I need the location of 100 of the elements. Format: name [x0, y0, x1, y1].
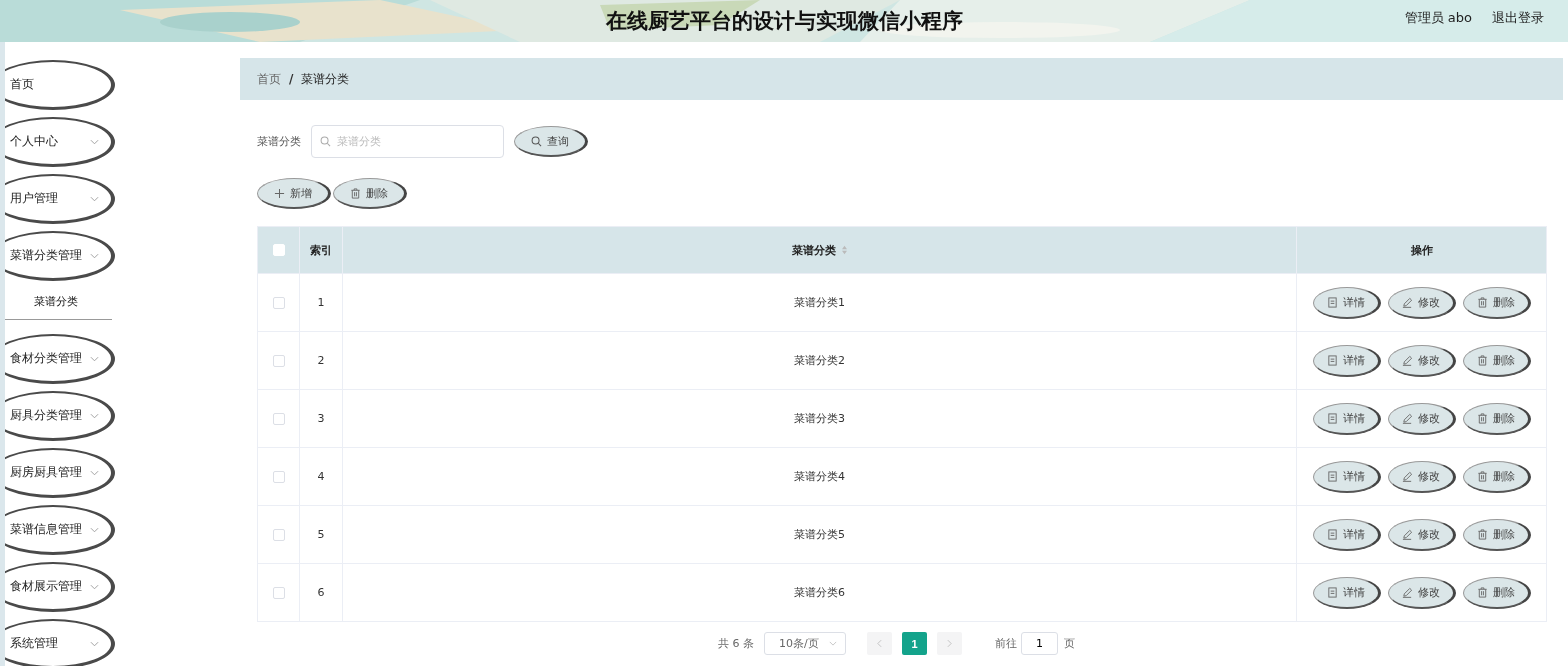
trash-icon — [350, 187, 361, 199]
sidebar-item[interactable]: 菜谱信息管理 — [5, 505, 115, 555]
chevron-down-icon — [829, 641, 837, 646]
sidebar-subitem[interactable]: 菜谱分类 — [5, 288, 112, 320]
chevron-down-icon — [90, 526, 99, 533]
logout-link[interactable]: 退出登录 — [1492, 9, 1544, 27]
page-unit: 页 — [1064, 636, 1075, 651]
row-checkbox[interactable] — [272, 354, 285, 367]
edit-button[interactable]: 修改 — [1387, 460, 1456, 493]
table-cell: 3 — [317, 412, 325, 425]
edit-button[interactable]: 修改 — [1387, 518, 1456, 551]
table-cell: 菜谱分类5 — [794, 527, 845, 542]
table-cell: 4 — [317, 470, 325, 483]
delete-button[interactable]: 删除 — [1462, 344, 1531, 377]
trash-icon — [1476, 586, 1488, 598]
sidebar-item[interactable]: 食材分类管理 — [5, 334, 115, 384]
document-icon — [1326, 412, 1338, 424]
document-icon — [1326, 470, 1338, 482]
detail-button[interactable]: 详情 — [1312, 576, 1381, 609]
row-checkbox[interactable] — [272, 586, 285, 599]
search-label: 菜谱分类 — [257, 134, 301, 149]
row-checkbox[interactable] — [272, 470, 285, 483]
plus-icon — [274, 187, 285, 199]
sidebar-item[interactable]: 个人中心 — [5, 117, 115, 167]
row-checkbox[interactable] — [272, 412, 285, 425]
app-title: 在线厨艺平台的设计与实现微信小程序 — [605, 8, 963, 35]
search-icon — [320, 136, 331, 147]
pencil-icon — [1401, 296, 1413, 308]
pencil-icon — [1401, 412, 1413, 424]
document-icon — [1326, 354, 1338, 366]
search-button[interactable]: 查询 — [514, 126, 588, 157]
document-icon — [1326, 296, 1338, 308]
trash-icon — [1476, 528, 1488, 540]
chevron-right-icon — [947, 639, 952, 648]
pencil-icon — [1401, 528, 1413, 540]
table-cell: 菜谱分类3 — [794, 411, 845, 426]
trash-icon — [1476, 296, 1488, 308]
delete-button[interactable]: 删除 — [1462, 286, 1531, 319]
sidebar-item[interactable]: 菜谱分类管理 — [5, 231, 115, 281]
detail-button[interactable]: 详情 — [1312, 286, 1381, 319]
search-icon — [531, 135, 542, 147]
pencil-icon — [1401, 470, 1413, 482]
detail-button[interactable]: 详情 — [1312, 344, 1381, 377]
breadcrumb-separator: / — [289, 72, 294, 86]
pencil-icon — [1401, 586, 1413, 598]
sidebar-item[interactable]: 食材展示管理 — [5, 562, 115, 612]
total-count: 共 6 条 — [718, 636, 754, 651]
select-all-checkbox[interactable] — [272, 244, 285, 256]
row-checkbox[interactable] — [272, 296, 285, 309]
delete-button[interactable]: 删除 — [1462, 576, 1531, 609]
delete-button[interactable]: 删除 — [333, 178, 407, 209]
chevron-down-icon — [90, 640, 99, 647]
table-cell: 菜谱分类4 — [794, 469, 845, 484]
search-field[interactable]: 菜谱分类 — [311, 125, 504, 158]
table-cell: 菜谱分类2 — [794, 353, 845, 368]
trash-icon — [1476, 470, 1488, 482]
sort-icon[interactable] — [840, 245, 848, 255]
delete-button[interactable]: 删除 — [1462, 518, 1531, 551]
trash-icon — [1476, 412, 1488, 424]
table-cell: 1 — [317, 296, 325, 309]
edit-button[interactable]: 修改 — [1387, 286, 1456, 319]
detail-button[interactable]: 详情 — [1312, 518, 1381, 551]
chevron-down-icon — [90, 138, 99, 145]
next-page-button[interactable] — [937, 632, 962, 655]
sidebar-item[interactable]: 厨具分类管理 — [5, 391, 115, 441]
table-cell: 6 — [317, 586, 325, 599]
sidebar-item[interactable]: 用户管理 — [5, 174, 115, 224]
column-header: 菜谱分类 — [791, 242, 836, 258]
table-cell: 菜谱分类6 — [794, 585, 845, 600]
document-icon — [1326, 528, 1338, 540]
goto-page-field[interactable]: 1 — [1021, 632, 1058, 655]
detail-button[interactable]: 详情 — [1312, 402, 1381, 435]
chevron-down-icon — [90, 469, 99, 476]
edit-button[interactable]: 修改 — [1387, 402, 1456, 435]
edit-button[interactable]: 修改 — [1387, 344, 1456, 377]
goto-label: 前往 — [995, 636, 1017, 651]
trash-icon — [1476, 354, 1488, 366]
breadcrumb-item[interactable]: 首页 — [257, 70, 281, 88]
row-checkbox[interactable] — [272, 528, 285, 541]
sidebar-item[interactable]: 首页 — [5, 60, 115, 110]
table-cell: 2 — [317, 354, 325, 367]
detail-button[interactable]: 详情 — [1312, 460, 1381, 493]
chevron-down-icon — [90, 355, 99, 362]
chevron-left-icon — [877, 639, 882, 648]
add-button[interactable]: 新增 — [257, 178, 331, 209]
delete-button[interactable]: 删除 — [1462, 460, 1531, 493]
prev-page-button[interactable] — [867, 632, 892, 655]
user-name: 管理员 abo — [1404, 9, 1472, 27]
chevron-down-icon — [90, 412, 99, 419]
chevron-down-icon — [90, 583, 99, 590]
page-size-select[interactable]: 10条/页 — [764, 632, 846, 655]
column-header: 操作 — [1410, 242, 1433, 258]
chevron-down-icon — [90, 195, 99, 202]
sidebar-item[interactable]: 系统管理 — [5, 619, 115, 666]
delete-button[interactable]: 删除 — [1462, 402, 1531, 435]
sidebar-item[interactable]: 厨房厨具管理 — [5, 448, 115, 498]
edit-button[interactable]: 修改 — [1387, 576, 1456, 609]
chevron-down-icon — [90, 252, 99, 259]
pencil-icon — [1401, 354, 1413, 366]
table-cell: 5 — [317, 528, 325, 541]
